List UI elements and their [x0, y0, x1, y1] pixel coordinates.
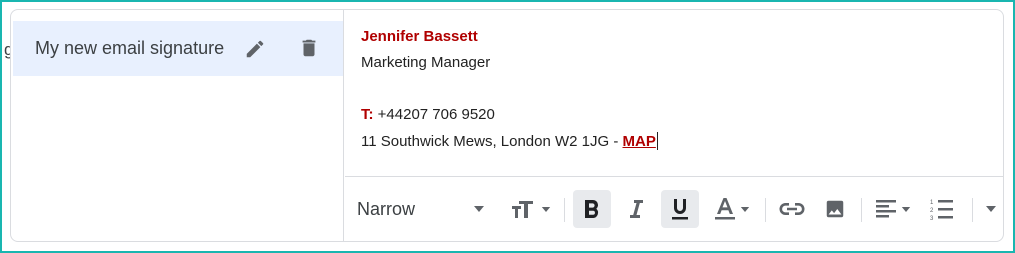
- text-color-icon: [715, 198, 735, 220]
- toolbar-divider: [765, 198, 766, 222]
- underline-button[interactable]: [661, 190, 699, 228]
- italic-button[interactable]: [617, 190, 655, 228]
- italic-icon: [630, 200, 643, 218]
- svg-text:3: 3: [930, 216, 934, 220]
- signature-content-area[interactable]: Jennifer Bassett Marketing Manager T: +4…: [345, 10, 1003, 177]
- signature-address: 11 Southwick Mews, London W2 1JG - MAP: [361, 132, 658, 150]
- insert-link-button[interactable]: [773, 190, 811, 228]
- signature-list-item[interactable]: My new email signature: [13, 21, 343, 76]
- align-button[interactable]: [868, 190, 918, 228]
- image-icon: [826, 200, 844, 218]
- insert-image-button[interactable]: [816, 190, 854, 228]
- formatting-toolbar: Narrow 1 2 3: [345, 178, 1003, 241]
- bold-button[interactable]: [573, 190, 611, 228]
- text-cursor: [656, 132, 658, 150]
- trash-icon: [302, 39, 316, 57]
- svg-text:2: 2: [930, 208, 934, 214]
- text-size-icon: [512, 201, 533, 218]
- phone-label: T:: [361, 106, 374, 123]
- svg-text:1: 1: [930, 200, 934, 206]
- underline-icon: [672, 199, 688, 220]
- map-link[interactable]: MAP: [623, 133, 656, 150]
- font-family-select[interactable]: Narrow: [357, 190, 497, 228]
- toolbar-divider: [861, 198, 862, 222]
- align-left-icon: [876, 200, 896, 218]
- chevron-down-icon: [901, 206, 911, 212]
- chevron-down-icon: [986, 206, 996, 212]
- signature-person-name: Jennifer Bassett: [361, 28, 478, 45]
- toolbar-divider: [972, 198, 973, 222]
- signature-phone: T: +44207 706 9520: [361, 106, 495, 123]
- link-icon: [779, 203, 805, 215]
- phone-number: +44207 706 9520: [373, 106, 495, 123]
- signature-editor: Jennifer Bassett Marketing Manager T: +4…: [345, 10, 1003, 241]
- signature-settings-panel: My new email signature Jennifer Bassett …: [10, 9, 1004, 242]
- edit-signature-button[interactable]: [242, 36, 268, 62]
- chevron-down-icon: [541, 206, 551, 212]
- numbered-list-icon: 1 2 3: [930, 200, 953, 220]
- address-text: 11 Southwick Mews, London W2 1JG -: [361, 133, 623, 150]
- font-size-button[interactable]: [507, 190, 555, 228]
- numbered-list-button[interactable]: 1 2 3: [923, 190, 961, 228]
- signature-list: My new email signature: [11, 10, 344, 241]
- signature-job-title: Marketing Manager: [361, 54, 491, 71]
- chevron-down-icon: [474, 206, 484, 212]
- delete-signature-button[interactable]: [296, 35, 322, 61]
- text-color-button[interactable]: [707, 190, 757, 228]
- more-formatting-button[interactable]: [979, 190, 1003, 228]
- chevron-down-icon: [740, 206, 750, 212]
- toolbar-divider: [564, 198, 565, 222]
- screenshot-frame: g My new email signature Jennifer Basset…: [0, 0, 1015, 253]
- signature-name: My new email signature: [35, 38, 225, 58]
- pencil-icon: [246, 40, 264, 58]
- bold-icon: [585, 200, 599, 218]
- font-family-value: Narrow: [357, 198, 416, 219]
